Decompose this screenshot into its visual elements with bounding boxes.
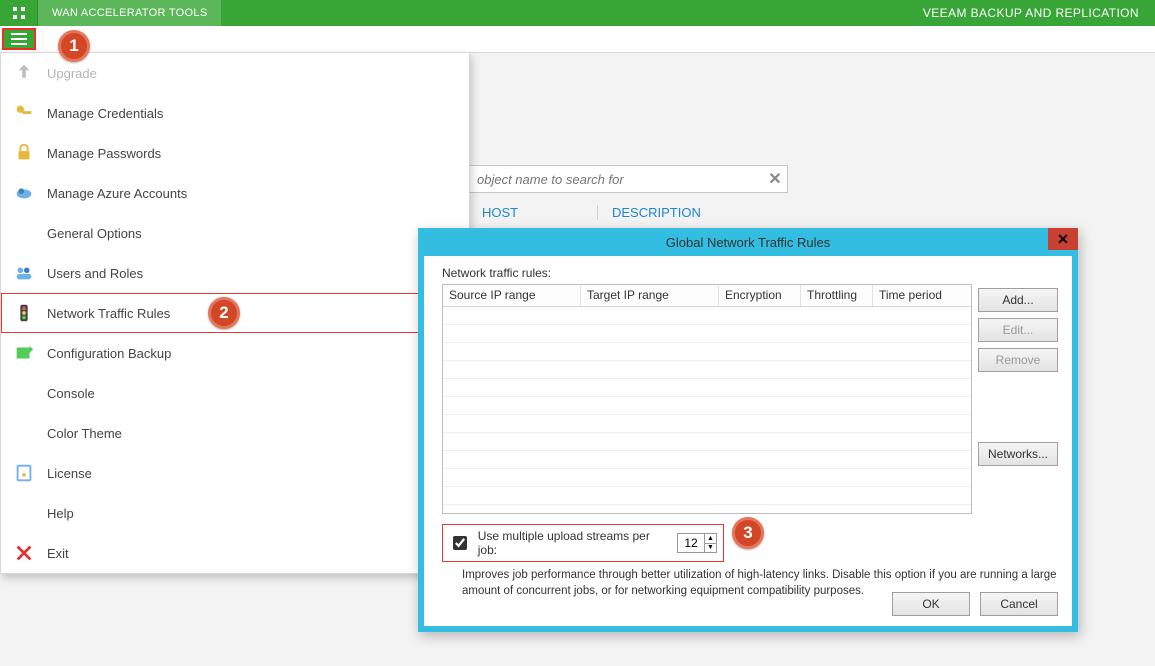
table-row[interactable]	[443, 487, 971, 505]
menu-item-label: Upgrade	[47, 66, 97, 81]
menu-item-label: Network Traffic Rules	[47, 306, 170, 321]
networks-button[interactable]: Networks...	[978, 442, 1058, 466]
menu-item-label: Exit	[47, 546, 69, 561]
dialog-title: Global Network Traffic Rules	[666, 235, 831, 250]
menu-item-label: Users and Roles	[47, 266, 143, 281]
annotation-badge-1: 1	[58, 30, 90, 62]
blank-icon	[11, 380, 37, 406]
table-row[interactable]	[443, 469, 971, 487]
cloud-user-icon	[11, 180, 37, 206]
edit-button[interactable]: Edit...	[978, 318, 1058, 342]
search-box[interactable]: ✕	[468, 165, 788, 193]
col-target-ip[interactable]: Target IP range	[581, 285, 719, 306]
ok-button[interactable]: OK	[892, 592, 970, 616]
table-row[interactable]	[443, 361, 971, 379]
rules-grid[interactable]: Source IP range Target IP range Encrypti…	[442, 284, 972, 514]
upload-streams-row: Use multiple upload streams per job: ▲ ▼	[442, 524, 724, 562]
key-icon	[11, 100, 37, 126]
menu-item-exit[interactable]: Exit	[1, 533, 469, 573]
menu-item-label: General Options	[47, 226, 142, 241]
app-title: VEEAM BACKUP AND REPLICATION	[923, 6, 1155, 20]
blank-icon	[11, 420, 37, 446]
menu-item-color-theme[interactable]: Color Theme▶	[1, 413, 469, 453]
menu-item-general-options[interactable]: General Options	[1, 213, 469, 253]
exit-icon	[11, 540, 37, 566]
ribbon-tab-wan-accelerator[interactable]: WAN ACCELERATOR TOOLS	[38, 0, 221, 26]
upload-streams-spinner[interactable]: ▲ ▼	[677, 533, 717, 553]
users-icon	[11, 260, 37, 286]
annotation-badge-3: 3	[732, 517, 764, 549]
rules-label: Network traffic rules:	[442, 266, 1058, 280]
network-traffic-rules-dialog: Global Network Traffic Rules ✕ Network t…	[418, 228, 1078, 632]
col-time-period[interactable]: Time period	[873, 285, 969, 306]
menu-item-label: Console	[47, 386, 95, 401]
dialog-side-buttons: Add... Edit... Remove Networks...	[978, 288, 1058, 466]
clear-search-icon[interactable]: ✕	[763, 169, 787, 189]
menu-item-label: Manage Azure Accounts	[47, 186, 187, 201]
table-row[interactable]	[443, 451, 971, 469]
lock-key-icon	[11, 140, 37, 166]
dialog-footer: OK Cancel	[892, 592, 1058, 616]
table-row[interactable]	[443, 307, 971, 325]
menu-item-help[interactable]: Help▶	[1, 493, 469, 533]
annotation-badge-2: 2	[208, 297, 240, 329]
grid-header-row: Source IP range Target IP range Encrypti…	[443, 285, 971, 307]
menu-item-label: Manage Credentials	[47, 106, 163, 121]
table-row[interactable]	[443, 325, 971, 343]
quick-access-row	[0, 28, 1155, 54]
col-source-ip[interactable]: Source IP range	[443, 285, 581, 306]
menu-item-label: Color Theme	[47, 426, 122, 441]
table-row[interactable]	[443, 397, 971, 415]
spinner-down-icon[interactable]: ▼	[705, 544, 716, 553]
menu-item-license[interactable]: License	[1, 453, 469, 493]
menu-item-manage-credentials[interactable]: Manage Credentials	[1, 93, 469, 133]
menu-item-configuration-backup[interactable]: Configuration Backup	[1, 333, 469, 373]
menu-item-console[interactable]: Console▶	[1, 373, 469, 413]
blank-icon	[11, 220, 37, 246]
table-row[interactable]	[443, 415, 971, 433]
config-backup-icon	[11, 340, 37, 366]
menu-item-label: License	[47, 466, 92, 481]
upgrade-icon	[11, 60, 37, 86]
menu-item-manage-azure-accounts[interactable]: Manage Azure Accounts	[1, 173, 469, 213]
menu-item-label: Manage Passwords	[47, 146, 161, 161]
dialog-titlebar: Global Network Traffic Rules ✕	[418, 228, 1078, 256]
menu-item-manage-passwords[interactable]: Manage Passwords	[1, 133, 469, 173]
upload-streams-label: Use multiple upload streams per job:	[478, 529, 669, 557]
search-input[interactable]	[469, 172, 763, 187]
license-icon	[11, 460, 37, 486]
col-encryption[interactable]: Encryption	[719, 285, 801, 306]
menu-item-label: Configuration Backup	[47, 346, 171, 361]
title-bar: WAN ACCELERATOR TOOLS VEEAM BACKUP AND R…	[0, 0, 1155, 26]
spinner-up-icon[interactable]: ▲	[705, 534, 716, 544]
remove-button[interactable]: Remove	[978, 348, 1058, 372]
col-description[interactable]: DESCRIPTION	[598, 205, 728, 220]
upload-streams-checkbox[interactable]	[453, 536, 467, 550]
menu-item-label: Help	[47, 506, 74, 521]
add-button[interactable]: Add...	[978, 288, 1058, 312]
table-row[interactable]	[443, 433, 971, 451]
col-host[interactable]: HOST	[468, 205, 598, 220]
menu-item-users-and-roles[interactable]: Users and Roles	[1, 253, 469, 293]
blank-icon	[11, 500, 37, 526]
close-icon[interactable]: ✕	[1048, 228, 1078, 250]
table-row[interactable]	[443, 379, 971, 397]
col-throttling[interactable]: Throttling	[801, 285, 873, 306]
upload-streams-value[interactable]	[678, 534, 704, 552]
main-menu-button[interactable]	[2, 28, 36, 50]
list-headers: HOST DESCRIPTION	[468, 203, 728, 221]
table-row[interactable]	[443, 343, 971, 361]
app-menu-icon[interactable]	[0, 0, 38, 26]
traffic-light-icon	[11, 300, 37, 326]
cancel-button[interactable]: Cancel	[980, 592, 1058, 616]
